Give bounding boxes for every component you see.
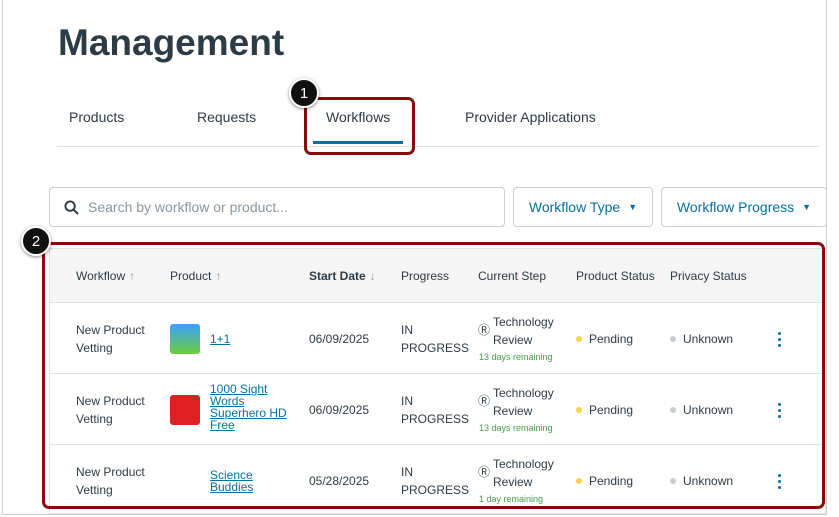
tab-products[interactable]: Products [69, 109, 124, 125]
search-icon [64, 199, 79, 215]
page-title: Management [58, 22, 285, 63]
highlight-workflows-tab [304, 97, 415, 155]
tab-provider-applications[interactable]: Provider Applications [465, 109, 596, 125]
highlight-table [42, 242, 825, 509]
annotation-badge-2: 2 [21, 226, 51, 256]
workflow-type-filter[interactable]: Workflow Type ▼ [513, 187, 653, 227]
workflow-type-label: Workflow Type [528, 199, 621, 215]
workflow-progress-label: Workflow Progress [676, 199, 795, 215]
caret-down-icon: ▼ [802, 202, 812, 212]
tab-requests[interactable]: Requests [197, 109, 256, 125]
annotation-badge-1: 1 [289, 78, 319, 108]
tab-bar: Products Requests Workflows Provider App… [57, 96, 819, 147]
search-input[interactable] [88, 199, 488, 215]
workflow-progress-filter[interactable]: Workflow Progress ▼ [661, 187, 827, 227]
caret-down-icon: ▼ [628, 202, 638, 212]
search-box [49, 187, 505, 227]
